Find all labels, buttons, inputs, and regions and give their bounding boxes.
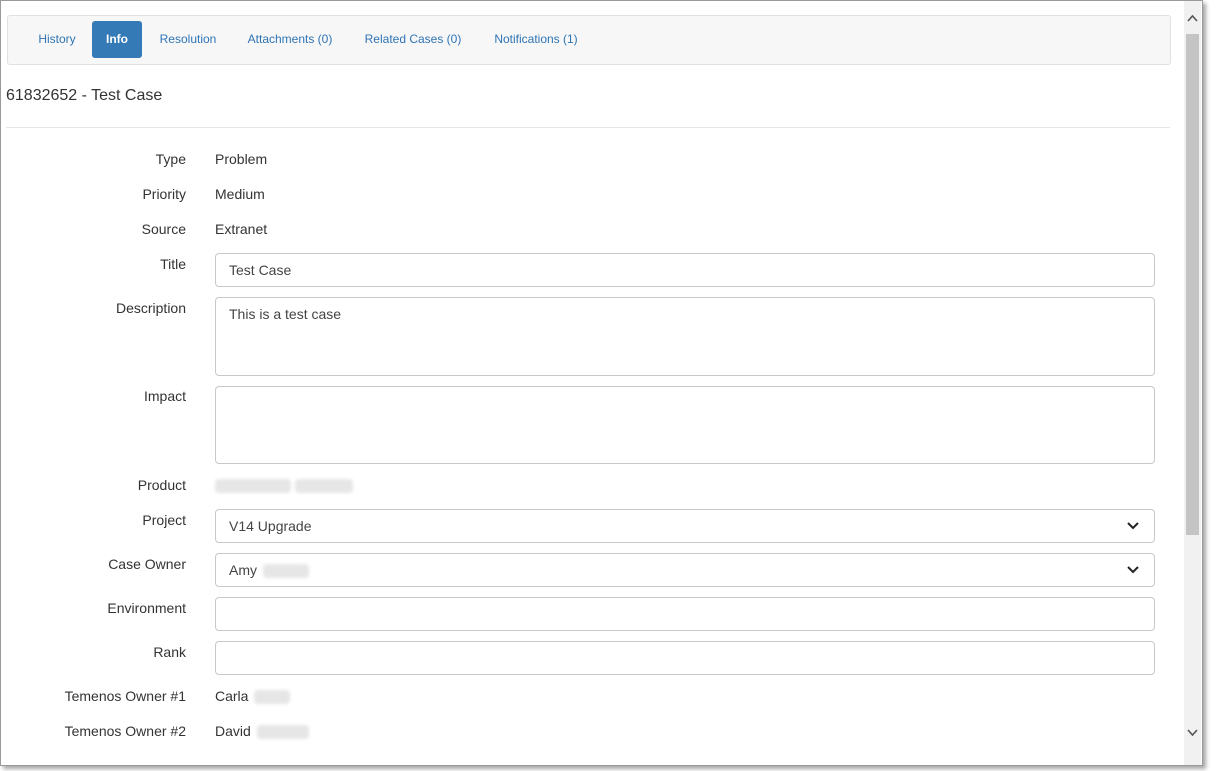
temenos-owner-1-first-name: Carla bbox=[215, 688, 249, 704]
title-input-value: Test Case bbox=[229, 262, 292, 278]
environment-label: Environment bbox=[107, 600, 186, 616]
project-select[interactable]: V14 Upgrade bbox=[215, 509, 1155, 543]
temenos-owner-1-value: Carla bbox=[215, 688, 291, 705]
case-owner-select-value: Amy bbox=[229, 562, 309, 579]
tab-attachments[interactable]: Attachments (0) bbox=[240, 21, 340, 58]
priority-value: Medium bbox=[215, 186, 265, 202]
project-label: Project bbox=[142, 512, 186, 528]
case-owner-label: Case Owner bbox=[108, 556, 186, 572]
case-owner-select[interactable]: Amy bbox=[215, 553, 1155, 587]
title-label: Title bbox=[160, 256, 186, 272]
product-value bbox=[215, 477, 353, 494]
rank-input[interactable] bbox=[215, 641, 1155, 675]
vertical-scrollbar[interactable] bbox=[1184, 1, 1201, 765]
source-value: Extranet bbox=[215, 221, 268, 237]
divider bbox=[6, 127, 1170, 128]
case-window: History Info Resolution Attachments (0) … bbox=[0, 0, 1203, 766]
type-label: Type bbox=[155, 151, 186, 167]
tab-info[interactable]: Info bbox=[92, 21, 142, 58]
environment-input[interactable] bbox=[215, 597, 1155, 631]
tab-notifications[interactable]: Notifications (1) bbox=[486, 21, 586, 58]
description-label: Description bbox=[115, 300, 186, 316]
rank-label: Rank bbox=[153, 644, 186, 660]
source-label: Source bbox=[141, 221, 186, 237]
scrollbar-thumb[interactable] bbox=[1186, 34, 1199, 535]
priority-label: Priority bbox=[142, 186, 186, 202]
description-textarea-value: This is a test case bbox=[229, 306, 342, 322]
title-input[interactable]: Test Case bbox=[215, 253, 1155, 287]
impact-label: Impact bbox=[143, 388, 186, 404]
scroll-down-icon[interactable] bbox=[1187, 727, 1198, 738]
tab-bar: History Info Resolution Attachments (0) … bbox=[7, 15, 1171, 65]
project-select-value: V14 Upgrade bbox=[229, 518, 312, 534]
page-title: 61832652 - Test Case bbox=[6, 87, 163, 104]
tab-history[interactable]: History bbox=[30, 21, 84, 58]
scroll-up-icon[interactable] bbox=[1187, 13, 1198, 24]
temenos-owner-2-first-name: David bbox=[215, 723, 251, 739]
type-value: Problem bbox=[215, 151, 268, 167]
temenos-owner-1-label: Temenos Owner #1 bbox=[64, 688, 186, 704]
temenos-owner-2-label: Temenos Owner #2 bbox=[64, 723, 186, 739]
tab-related-cases[interactable]: Related Cases (0) bbox=[356, 21, 470, 58]
chevron-down-icon bbox=[1127, 566, 1139, 574]
case-owner-first-name: Amy bbox=[229, 562, 257, 578]
temenos-owner-2-value: David bbox=[215, 723, 309, 740]
chevron-down-icon bbox=[1127, 522, 1139, 530]
description-textarea[interactable]: This is a test case bbox=[215, 297, 1155, 376]
tab-resolution[interactable]: Resolution bbox=[152, 21, 224, 58]
product-label: Product bbox=[137, 477, 186, 493]
impact-textarea[interactable] bbox=[215, 386, 1155, 464]
